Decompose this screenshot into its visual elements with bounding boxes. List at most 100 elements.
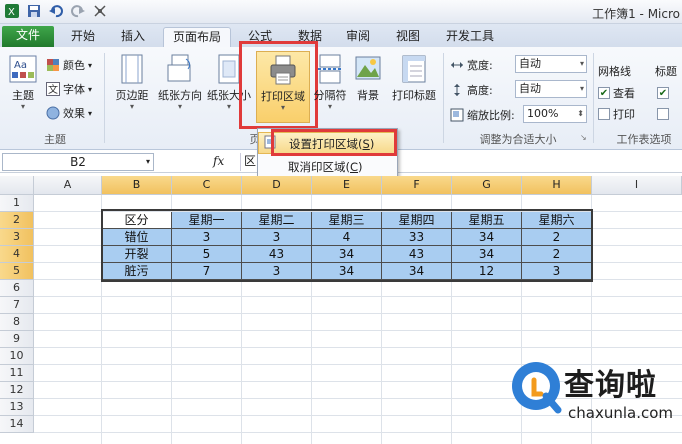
width-label: 宽度: xyxy=(467,59,493,72)
checkbox-empty-icon xyxy=(598,108,610,120)
scale-icon xyxy=(450,108,464,122)
row-header-7[interactable]: 7 xyxy=(0,297,34,314)
quick-access-toolbar: X xyxy=(4,3,108,19)
chevron-down-icon: ▾ xyxy=(129,102,134,111)
group-label-themes: 主题 xyxy=(44,133,66,146)
group-label-scale-to-fit: 调整为合适大小 xyxy=(479,133,557,146)
chevron-down-icon: ▾ xyxy=(177,102,182,111)
breaks-button[interactable]: 分隔符 ▾ xyxy=(310,53,350,111)
tab-home[interactable]: 开始 xyxy=(62,27,104,47)
tab-file[interactable]: 文件 xyxy=(2,26,54,47)
colors-icon xyxy=(46,58,60,72)
row-header-4[interactable]: 4 xyxy=(0,246,34,263)
tab-review[interactable]: 审阅 xyxy=(338,27,378,47)
column-header-f[interactable]: F xyxy=(382,176,452,195)
save-icon[interactable] xyxy=(26,3,42,19)
column-header-g[interactable]: G xyxy=(452,176,522,195)
name-box[interactable]: B2 ▾ xyxy=(2,153,154,171)
breaks-icon xyxy=(315,53,345,85)
effects-label: 效果 xyxy=(63,107,85,120)
row-header-2[interactable]: 2 xyxy=(0,212,34,229)
background-button[interactable]: 背景 xyxy=(350,53,386,103)
orientation-button[interactable]: 纸张方向 ▾ xyxy=(155,53,205,111)
redo-icon[interactable] xyxy=(70,3,86,19)
colors-label: 颜色 xyxy=(63,59,85,72)
row-header-9[interactable]: 9 xyxy=(0,331,34,348)
clear-print-area-item[interactable]: 取消印区域(C) xyxy=(258,156,397,178)
row-header-10[interactable]: 10 xyxy=(0,348,34,365)
tab-view[interactable]: 视图 xyxy=(388,27,428,47)
row-header-12[interactable]: 12 xyxy=(0,382,34,399)
undo-icon[interactable] xyxy=(48,3,64,19)
scale-value: 100% xyxy=(527,107,559,120)
height-select[interactable]: 自动 ▾ xyxy=(515,80,587,98)
fonts-button[interactable]: 文 字体 ▾ xyxy=(46,79,92,99)
themes-button[interactable]: Aa 主题 ▾ xyxy=(6,53,40,111)
themes-label: 主题 xyxy=(12,89,34,102)
margins-button[interactable]: 页边距 ▾ xyxy=(110,53,154,111)
tab-insert[interactable]: 插入 xyxy=(112,27,154,47)
ribbon-tabs: 文件 开始 插入 页面布局 公式 数据 审阅 视图 开发工具 xyxy=(0,24,682,47)
scale-input[interactable]: 100% ⬍ xyxy=(523,105,587,123)
excel-icon[interactable]: X xyxy=(4,3,20,19)
column-header-c[interactable]: C xyxy=(172,176,242,195)
gridline xyxy=(34,313,682,314)
gridlines-header: 网格线 xyxy=(598,65,631,78)
colors-button[interactable]: 颜色 ▾ xyxy=(46,55,92,75)
margins-icon xyxy=(117,53,147,85)
chevron-down-icon: ▾ xyxy=(327,102,332,111)
svg-text:文: 文 xyxy=(48,83,58,96)
height-label-row: 高度: xyxy=(450,80,493,100)
column-header-b[interactable]: B xyxy=(102,176,172,195)
column-header-d[interactable]: D xyxy=(242,176,312,195)
scale-label: 缩放比例: xyxy=(467,109,515,122)
row-header-1[interactable]: 1 xyxy=(0,195,34,212)
column-header-h[interactable]: H xyxy=(522,176,592,195)
print-titles-icon xyxy=(399,53,429,85)
window-title: 工作簿1 - Micro xyxy=(592,7,680,21)
watermark-url: chaxunla.com xyxy=(568,404,673,422)
gridlines-print-checkbox[interactable]: 打印 xyxy=(598,104,635,124)
effects-icon xyxy=(46,106,60,120)
svg-text:Aa: Aa xyxy=(14,60,27,71)
fx-icon[interactable]: fx xyxy=(213,154,224,168)
gridlines-view-checkbox[interactable]: ✔ 查看 xyxy=(598,83,635,103)
gridlines-print-label: 打印 xyxy=(613,108,635,121)
column-header-i[interactable]: I xyxy=(592,176,682,195)
row-header-6[interactable]: 6 xyxy=(0,280,34,297)
checkbox-empty-icon xyxy=(657,108,669,120)
gridlines-view-label: 查看 xyxy=(613,87,635,100)
customize-icon[interactable] xyxy=(92,3,108,19)
print-area-menu: 设置打印区域(S) 取消印区域(C) xyxy=(257,128,398,180)
headings-view-checkbox[interactable]: ✔ xyxy=(657,83,669,103)
effects-button[interactable]: 效果 ▾ xyxy=(46,103,92,123)
dialog-launcher-icon[interactable]: ↘ xyxy=(580,133,587,142)
gridline xyxy=(34,330,682,331)
row-header-8[interactable]: 8 xyxy=(0,314,34,331)
chevron-down-icon: ▾ xyxy=(20,102,25,111)
row-header-11[interactable]: 11 xyxy=(0,365,34,382)
print-titles-button[interactable]: 打印标题 xyxy=(388,53,440,103)
row-header-5[interactable]: 5 xyxy=(0,263,34,280)
margins-label: 页边距 xyxy=(115,89,149,102)
spinner-icon[interactable]: ⬍ xyxy=(577,106,584,122)
orientation-label: 纸张方向 xyxy=(158,89,202,102)
chevron-down-icon: ▾ xyxy=(579,84,584,93)
print-titles-label: 打印标题 xyxy=(392,89,436,102)
scale-label-row: 缩放比例: xyxy=(450,105,515,125)
tab-developer[interactable]: 开发工具 xyxy=(436,27,504,47)
clear-print-area-accelerator: C xyxy=(350,160,359,174)
group-label-sheet-options: 工作表选项 xyxy=(616,133,672,146)
row-header-3[interactable]: 3 xyxy=(0,229,34,246)
select-all-corner[interactable] xyxy=(0,176,34,195)
column-header-a[interactable]: A xyxy=(34,176,102,195)
column-header-e[interactable]: E xyxy=(312,176,382,195)
width-select[interactable]: 自动 ▾ xyxy=(515,55,587,73)
row-header-14[interactable]: 14 xyxy=(0,416,34,433)
chevron-down-icon: ▾ xyxy=(579,59,584,68)
watermark-text: 查询啦 xyxy=(564,368,657,403)
group-separator xyxy=(593,53,594,143)
tab-page-layout[interactable]: 页面布局 xyxy=(163,27,231,47)
headings-print-checkbox[interactable] xyxy=(657,104,669,124)
row-header-13[interactable]: 13 xyxy=(0,399,34,416)
